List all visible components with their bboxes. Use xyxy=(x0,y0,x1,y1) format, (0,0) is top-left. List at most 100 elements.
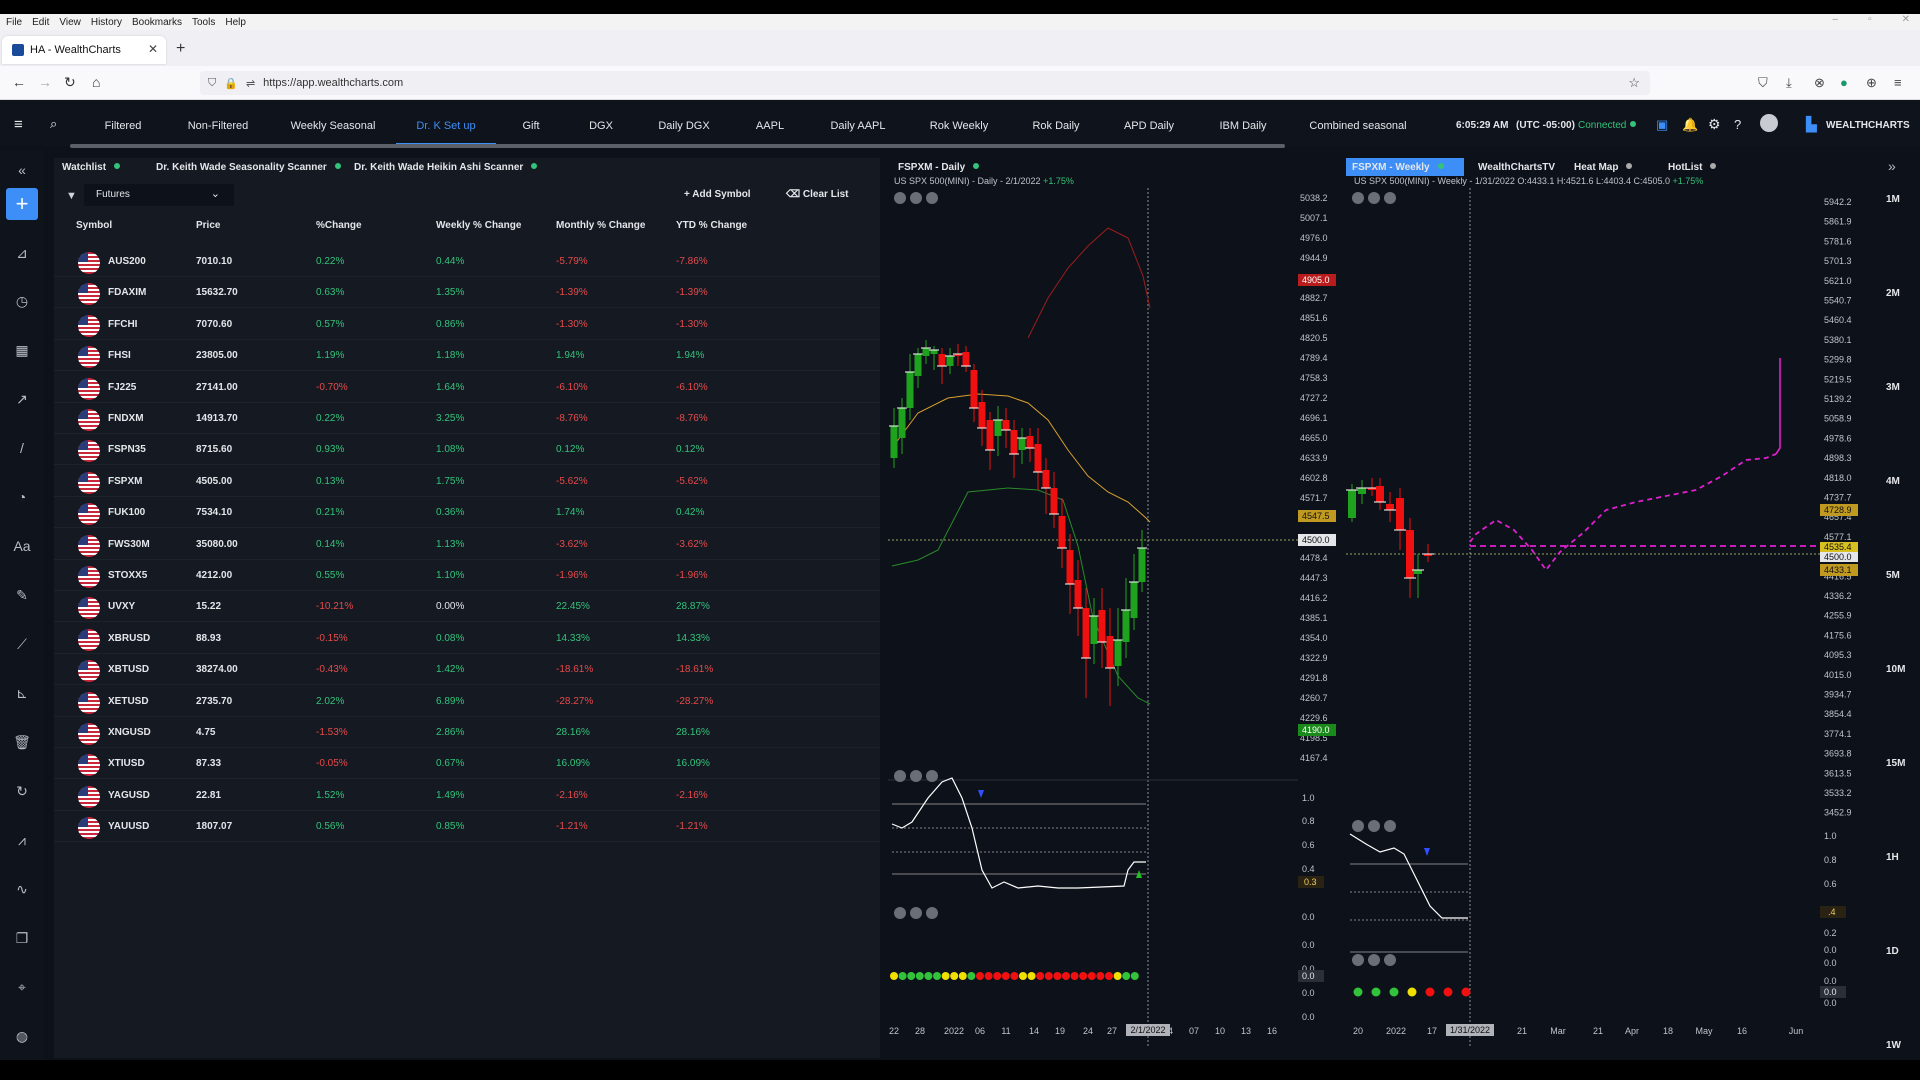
table-row[interactable]: XETUSD 2735.70 2.02% 6.89% -28.27% -28.27% xyxy=(54,686,880,717)
browser-tab[interactable]: HA - WealthCharts ✕ xyxy=(2,36,166,64)
layout-tab-aapl[interactable]: AAPL xyxy=(756,120,784,132)
reload-icon[interactable]: ↻ xyxy=(64,74,76,91)
timeframe-5m[interactable]: 5M xyxy=(1886,570,1900,581)
calendar-icon[interactable]: ▦ xyxy=(12,340,32,360)
clock-icon[interactable]: ◷ xyxy=(12,291,32,311)
bookmark-star-icon[interactable]: ☆ xyxy=(1628,75,1640,91)
menu-view[interactable]: View xyxy=(59,17,81,28)
col-price[interactable]: Price xyxy=(196,220,220,231)
layout-tab-weekly-seasonal[interactable]: Weekly Seasonal xyxy=(291,120,376,132)
text-tool-icon[interactable]: Aa xyxy=(12,536,32,556)
layout-tab-apd-daily[interactable]: APD Daily xyxy=(1124,120,1174,132)
table-row[interactable]: YAGUSD 22.81 1.52% 1.49% -2.16% -2.16% xyxy=(54,780,880,811)
tab-watchlist[interactable]: Watchlist xyxy=(62,162,121,173)
globe-icon[interactable]: ◍ xyxy=(12,1026,32,1046)
timeframe-1h[interactable]: 1H xyxy=(1886,852,1899,863)
weekly-chart-svg[interactable]: 5942.2 5861.9 5781.6 5701.3 5621.0 5540.7 5460… xyxy=(1346,158,1860,1058)
table-row[interactable]: XTIUSD 87.33 -0.05% 0.67% 16.09% 16.09% xyxy=(54,748,880,780)
window-close-icon[interactable]: ✕ xyxy=(1902,14,1910,25)
table-row[interactable]: FDAXIM 15632.70 0.63% 1.35% -1.39% -1.39% xyxy=(54,277,880,309)
tab-close-icon[interactable]: ✕ xyxy=(148,42,158,56)
layout-tab-dr-k-set-up[interactable]: Dr. K Set up xyxy=(416,120,475,132)
minimize-icon[interactable]: – xyxy=(1833,14,1839,25)
forward-icon[interactable]: → xyxy=(38,74,52,90)
menu-file[interactable]: File xyxy=(6,17,22,28)
pencil-icon[interactable]: ✎ xyxy=(12,585,32,605)
timeframe-4m[interactable]: 4M xyxy=(1886,476,1900,487)
col-ytd-change[interactable]: YTD % Change xyxy=(676,220,747,231)
layout-tab-daily-dgx[interactable]: Daily DGX xyxy=(658,120,709,132)
layout-tab-daily-aapl[interactable]: Daily AAPL xyxy=(830,120,885,132)
tab-seasonality-scanner[interactable]: Dr. Keith Wade Seasonality Scanner xyxy=(156,162,341,173)
shapes-icon[interactable]: ◔ xyxy=(12,487,32,507)
layers-icon[interactable]: ❐ xyxy=(12,928,32,948)
menu-history[interactable]: History xyxy=(91,17,122,28)
table-row[interactable]: STOXX5 4212.00 0.55% 1.10% -1.96% -1.96% xyxy=(54,560,880,591)
new-tab-icon[interactable]: + xyxy=(176,40,185,58)
timeframe-1w[interactable]: 1W xyxy=(1886,1040,1901,1051)
indicator-icon[interactable]: ⩘ xyxy=(12,830,32,850)
ruler-icon[interactable]: ⟋ xyxy=(12,634,32,654)
save-icon[interactable]: ▣ xyxy=(1656,117,1668,133)
table-row[interactable]: XBRUSD 88.93 -0.15% 0.08% 14.33% 14.33% xyxy=(54,623,880,654)
collapse-right-icon[interactable]: » xyxy=(1888,158,1896,174)
timeframe-2m[interactable]: 2M xyxy=(1886,288,1900,299)
menu-help[interactable]: Help xyxy=(225,17,246,28)
table-row[interactable]: FWS30M 35080.00 0.14% 1.13% -3.62% -3.62% xyxy=(54,529,880,560)
collapse-left-icon[interactable]: « xyxy=(12,160,32,180)
layout-tab-gift[interactable]: Gift xyxy=(522,120,539,132)
address-bar[interactable]: ⛉ 🔒 ⇌ https://app.wealthcharts.com ☆ xyxy=(200,71,1650,95)
pocket-icon[interactable]: ⛉ xyxy=(1758,75,1768,91)
table-row[interactable]: FSPN35 8715.60 0.93% 1.08% 0.12% 0.12% xyxy=(54,434,880,466)
menu-tools[interactable]: Tools xyxy=(192,17,215,28)
bell-icon[interactable]: 🔔 xyxy=(1682,117,1698,133)
chart-tool-icon[interactable]: ⊿ xyxy=(12,243,32,263)
table-row[interactable]: YAUUSD 1807.07 0.56% 0.85% -1.21% -1.21% xyxy=(54,811,880,843)
search-icon[interactable]: ⌕ xyxy=(50,116,57,132)
add-symbol-button[interactable]: + Add Symbol xyxy=(684,189,751,200)
tab-heikin-ashi-scanner[interactable]: Dr. Keith Wade Heikin Ashi Scanner xyxy=(354,162,538,173)
table-row[interactable]: FHSI 23805.00 1.19% 1.18% 1.94% 1.94% xyxy=(54,340,880,372)
table-row[interactable]: FUK100 7534.10 0.21% 0.36% 1.74% 0.42% xyxy=(54,497,880,529)
menu-edit[interactable]: Edit xyxy=(32,17,49,28)
line-tool-icon[interactable]: / xyxy=(12,438,32,458)
back-icon[interactable]: ← xyxy=(12,74,26,90)
add-tool-button[interactable]: + xyxy=(6,188,38,220)
table-row[interactable]: FFCHI 7070.60 0.57% 0.86% -1.30% -1.30% xyxy=(54,309,880,340)
extension2-icon[interactable]: ● xyxy=(1840,75,1848,90)
table-row[interactable]: XBTUSD 38274.00 -0.43% 1.42% -18.61% -18.61% xyxy=(54,654,880,686)
col-symbol[interactable]: Symbol xyxy=(76,220,112,231)
app-menu-icon[interactable]: ≡ xyxy=(1894,75,1902,90)
menu-bookmarks[interactable]: Bookmarks xyxy=(132,17,182,28)
timeframe-1d[interactable]: 1D xyxy=(1886,946,1899,957)
list-select[interactable]: Futures ⌄ xyxy=(84,184,234,206)
clear-list-button[interactable]: ⌫ Clear List xyxy=(786,189,849,200)
timeframe-1m[interactable]: 1M xyxy=(1886,194,1900,205)
timeframe-10m[interactable]: 10M xyxy=(1886,664,1905,675)
filter-icon[interactable]: ▼ xyxy=(66,190,77,202)
tabs-scrollbar[interactable] xyxy=(70,144,1285,148)
timeframe-3m[interactable]: 3M xyxy=(1886,382,1900,393)
col-weekly-change[interactable]: Weekly % Change xyxy=(436,220,521,231)
layout-tab-dgx[interactable]: DGX xyxy=(589,120,613,132)
hamburger-icon[interactable]: ≡ xyxy=(14,116,23,133)
table-row[interactable]: FNDXM 14913.70 0.22% 3.25% -8.76% -8.76% xyxy=(54,403,880,434)
layout-tab-rok-weekly[interactable]: Rok Weekly xyxy=(930,120,988,132)
timeframe-15m[interactable]: 15M xyxy=(1886,758,1905,769)
table-row[interactable]: UVXY 15.22 -10.21% 0.00% 22.45% 28.87% xyxy=(54,591,880,623)
gear-icon[interactable]: ⚙ xyxy=(1708,116,1721,133)
layout-tab-rok-daily[interactable]: Rok Daily xyxy=(1032,120,1079,132)
col-monthly-change[interactable]: Monthly % Change xyxy=(556,220,645,231)
table-row[interactable]: FSPXM 4505.00 0.13% 1.75% -5.62% -5.62% xyxy=(54,466,880,497)
extension3-icon[interactable]: ⊕ xyxy=(1866,75,1877,91)
trend-icon[interactable]: ↗ xyxy=(12,389,32,409)
trash-icon[interactable]: 🗑 xyxy=(12,732,32,752)
avatar[interactable] xyxy=(1760,114,1778,132)
crosshair-icon[interactable]: ⌖ xyxy=(12,977,32,997)
layout-tab-non-filtered[interactable]: Non-Filtered xyxy=(188,120,249,132)
wave-icon[interactable]: ∿ xyxy=(12,879,32,899)
table-row[interactable]: AUS200 7010.10 0.22% 0.44% -5.79% -7.86% xyxy=(54,246,880,277)
extension-icon[interactable]: ⊗ xyxy=(1814,75,1825,91)
download-icon[interactable]: ⤓ xyxy=(1786,75,1792,91)
help-icon[interactable]: ? xyxy=(1734,117,1741,132)
